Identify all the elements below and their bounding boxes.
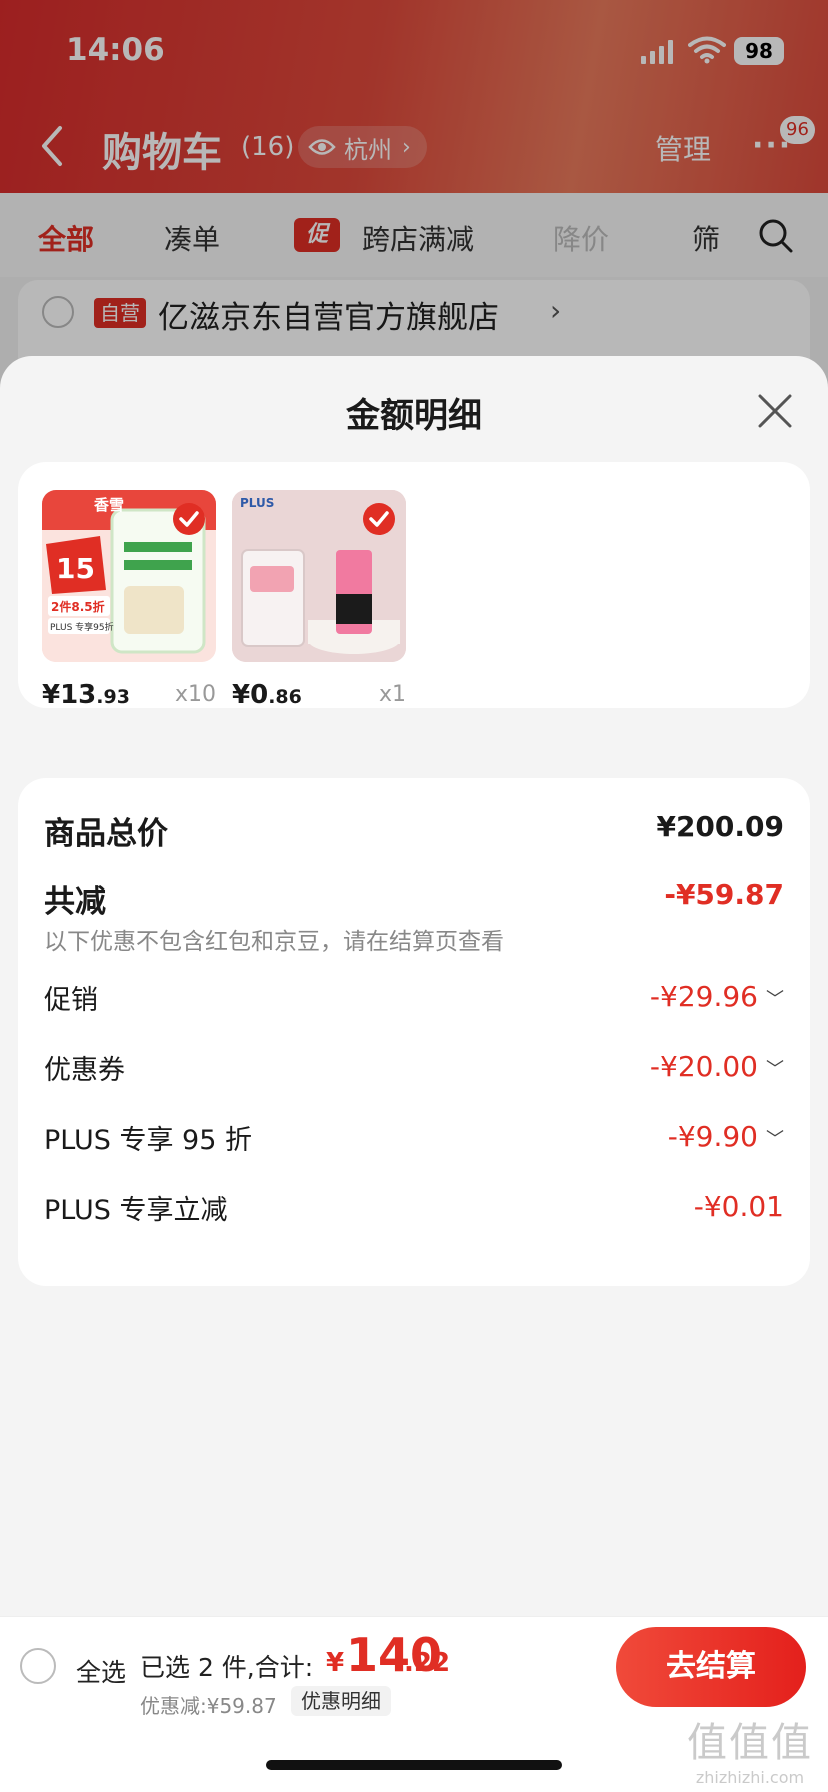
price-detail-sheet: 金额明细 香雪 15 2件8.5折 PLUS 专享95折 ¥13.93 x10 … <box>0 356 828 1792</box>
selected-count-text: 已选 2 件,合计: <box>140 1653 314 1682</box>
sheet-title: 金额明细 <box>346 396 482 436</box>
checked-icon[interactable] <box>362 502 396 536</box>
discount-row-value: -¥20.00 ﹀ <box>649 1050 784 1083</box>
total-amount-decimal: .22 <box>404 1648 451 1678</box>
thumb-price-text: 15 <box>56 552 95 585</box>
discount-row-label: 优惠券 <box>44 1055 125 1086</box>
thumb-promo-text: 2件8.5折 <box>51 600 105 614</box>
product-quantity: x1 <box>378 682 406 707</box>
total-discount-value: -¥59.87 <box>664 878 784 911</box>
discount-summary: 优惠减:¥59.87 <box>140 1694 277 1718</box>
total-currency: ¥ <box>326 1648 345 1678</box>
chevron-down-icon: ﹀ <box>766 1129 784 1150</box>
total-discount-label: 共减 <box>44 884 106 920</box>
discount-row-label: PLUS 专享立减 <box>44 1195 228 1226</box>
total-price-label: 商品总价 <box>44 816 168 852</box>
product-price: ¥0.86 <box>232 680 302 710</box>
watermark: 值值值 zhizhizhi.com <box>687 1720 813 1787</box>
discount-note: 以下优惠不包含红包和京豆，请在结算页查看 <box>44 929 504 955</box>
product-thumbnail-rice: 香雪 15 2件8.5折 PLUS 专享95折 <box>42 490 216 662</box>
chevron-down-icon: ﹀ <box>766 989 784 1010</box>
price-summary-card: 商品总价 ¥200.09 共减 -¥59.87 以下优惠不包含红包和京豆，请在结… <box>18 778 810 1286</box>
select-all-label[interactable]: 全选 <box>76 1653 126 1689</box>
checked-icon[interactable] <box>172 502 206 536</box>
total-price-value: ¥200.09 <box>656 810 784 843</box>
chevron-down-icon: ﹀ <box>766 1059 784 1080</box>
product-quantity: x10 <box>174 682 216 707</box>
discount-row-value: -¥9.90 ﹀ <box>667 1120 784 1153</box>
product-price: ¥13.93 <box>42 680 130 710</box>
select-all-checkbox[interactable] <box>20 1648 56 1684</box>
close-icon[interactable] <box>756 392 794 430</box>
discount-row-value: -¥0.01 <box>693 1190 784 1223</box>
discount-row-label: 促销 <box>44 985 98 1016</box>
thumb-brand-text: PLUS <box>240 496 275 510</box>
thumb-brand-text: 香雪 <box>94 496 125 514</box>
checkout-button[interactable]: 去结算 <box>616 1627 806 1707</box>
home-indicator <box>266 1760 562 1770</box>
discount-row-label: PLUS 专享 95 折 <box>44 1125 252 1156</box>
discount-detail-link[interactable]: 优惠明细 <box>291 1686 391 1716</box>
discount-row-value: -¥29.96 ﹀ <box>649 980 784 1013</box>
selected-products-card: 香雪 15 2件8.5折 PLUS 专享95折 ¥13.93 x10 PLUS … <box>18 462 810 710</box>
product-thumbnail-eraser: PLUS <box>232 490 406 662</box>
thumb-plus-text: PLUS 专享95折 <box>50 623 114 633</box>
